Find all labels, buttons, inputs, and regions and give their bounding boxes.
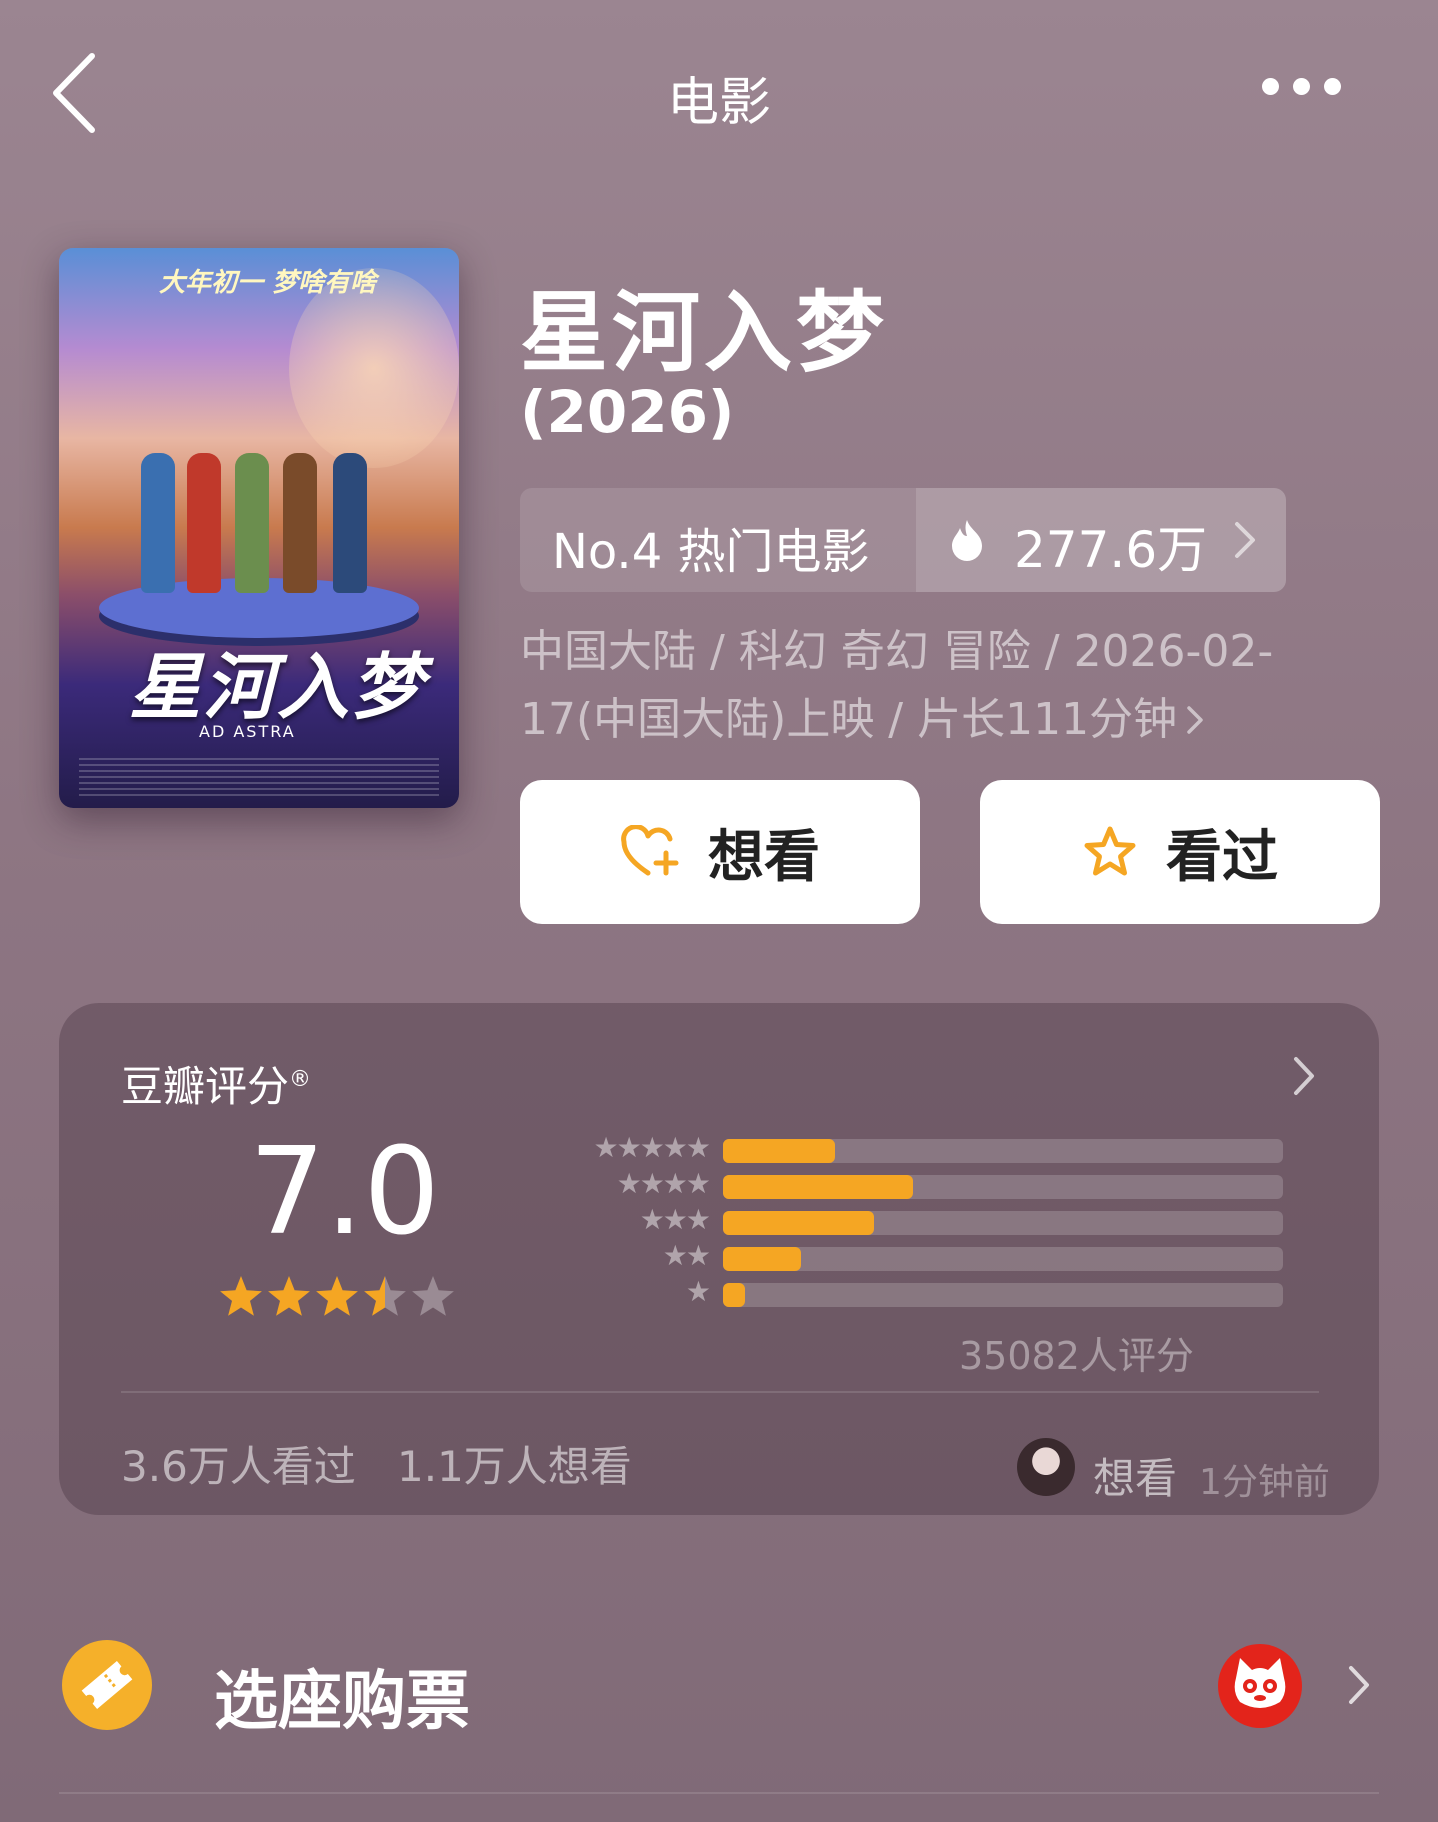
heat-value: 277.6万 (1014, 521, 1208, 579)
heat-segment[interactable]: 277.6万 (916, 488, 1286, 592)
distribution-row: ★★ (499, 1241, 1289, 1277)
distribution-row: ★ (499, 1277, 1289, 1313)
registered-mark: ® (289, 1067, 312, 1092)
rating-label: 豆瓣评分® (121, 1062, 312, 1111)
ticket-icon[interactable] (62, 1640, 152, 1730)
poster-tagline: 大年初一 梦啥有啥 (159, 268, 377, 298)
want-button-label: 想看 (708, 824, 820, 890)
distribution-bar (723, 1139, 835, 1163)
seen-button[interactable]: 看过 (980, 780, 1380, 924)
heart-plus-icon (621, 825, 679, 876)
ticket-glyph-icon (81, 1661, 133, 1709)
fire-icon (952, 520, 982, 561)
buy-ticket-label[interactable]: 选座购票 (214, 1650, 470, 1742)
ranking-label: No.4 热门电影 (552, 524, 870, 580)
rating-star (316, 1276, 358, 1316)
distribution-stars: ★★★★★ (593, 1131, 711, 1164)
distribution-track (723, 1139, 1283, 1163)
poster-figure (187, 453, 221, 593)
movie-title: 星河入梦 (520, 281, 889, 384)
activity-text: 想看 (1093, 1454, 1178, 1503)
divider (59, 1792, 1379, 1794)
want-button[interactable]: 想看 (520, 780, 920, 924)
distribution-bar (723, 1247, 802, 1271)
avatar[interactable] (1017, 1438, 1075, 1496)
distribution-stars: ★★★★ (616, 1167, 711, 1200)
distribution-row: ★★★ (499, 1205, 1289, 1241)
distribution-row: ★★★★ (499, 1169, 1289, 1205)
distribution-stars: ★ (685, 1275, 711, 1308)
more-button[interactable] (1262, 76, 1358, 108)
divider (121, 1391, 1319, 1393)
rating-count: 35082人评分 (959, 1334, 1194, 1378)
more-horizontal-icon (1262, 76, 1355, 95)
want-count: 1.1万人想看 (397, 1442, 632, 1491)
movie-year: (2026) (520, 378, 735, 446)
poster-title-art: 星河入梦 (129, 645, 426, 729)
cat-logo-icon (1218, 1644, 1302, 1728)
distribution-stars: ★★ (662, 1239, 711, 1272)
seen-button-label: 看过 (1166, 824, 1278, 890)
page-title: 电影 (666, 73, 771, 133)
movie-meta-text: 中国大陆 / 科幻 奇幻 冒险 / 2026-02-17(中国大陆)上映 / 片… (520, 626, 1274, 745)
poster-credits (79, 758, 439, 796)
poster-figure (283, 453, 317, 593)
chevron-right-icon (1235, 522, 1255, 558)
distribution-bar (723, 1175, 914, 1199)
star-outline-icon (1084, 826, 1136, 876)
distribution-track (723, 1283, 1283, 1307)
distribution-row: ★★★★★ (499, 1133, 1289, 1169)
distribution-track (723, 1175, 1283, 1199)
rating-star (364, 1276, 406, 1316)
activity-time: 1分钟前 (1199, 1462, 1330, 1503)
chevron-right-icon (1187, 706, 1203, 734)
ranking-badge[interactable]: No.4 热门电影 277.6万 (520, 488, 1286, 592)
rating-star (412, 1276, 454, 1316)
distribution-track (723, 1247, 1283, 1271)
distribution-stars: ★★★ (639, 1203, 711, 1236)
rating-distribution: ★★★★★ ★★★★ ★★★ ★★ ★ (499, 1133, 1289, 1313)
distribution-track (723, 1211, 1283, 1235)
movie-poster[interactable]: 大年初一 梦啥有啥 星河入梦 AD ASTRA (59, 248, 459, 808)
chevron-right-icon (1294, 1057, 1314, 1095)
poster-subtitle-art: AD ASTRA (199, 722, 296, 741)
distribution-bar (723, 1211, 875, 1235)
distribution-bar (723, 1283, 746, 1307)
rating-score: 7.0 (249, 1123, 440, 1262)
poster-figure (235, 453, 269, 593)
rating-star (268, 1276, 310, 1316)
seen-count: 3.6万人看过 (121, 1442, 356, 1491)
rating-star (220, 1276, 262, 1316)
movie-meta[interactable]: 中国大陆 / 科幻 奇幻 冒险 / 2026-02-17(中国大陆)上映 / 片… (520, 618, 1360, 754)
poster-figure (333, 453, 367, 593)
chevron-right-icon[interactable] (1346, 1664, 1372, 1706)
rating-card[interactable]: 豆瓣评分® 7.0 ★★★★★ ★★★★ ★★★ ★★ ★ 35082人评分 3.6万人… (59, 1003, 1379, 1515)
rating-stars (220, 1276, 454, 1316)
poster-figure (141, 453, 175, 593)
